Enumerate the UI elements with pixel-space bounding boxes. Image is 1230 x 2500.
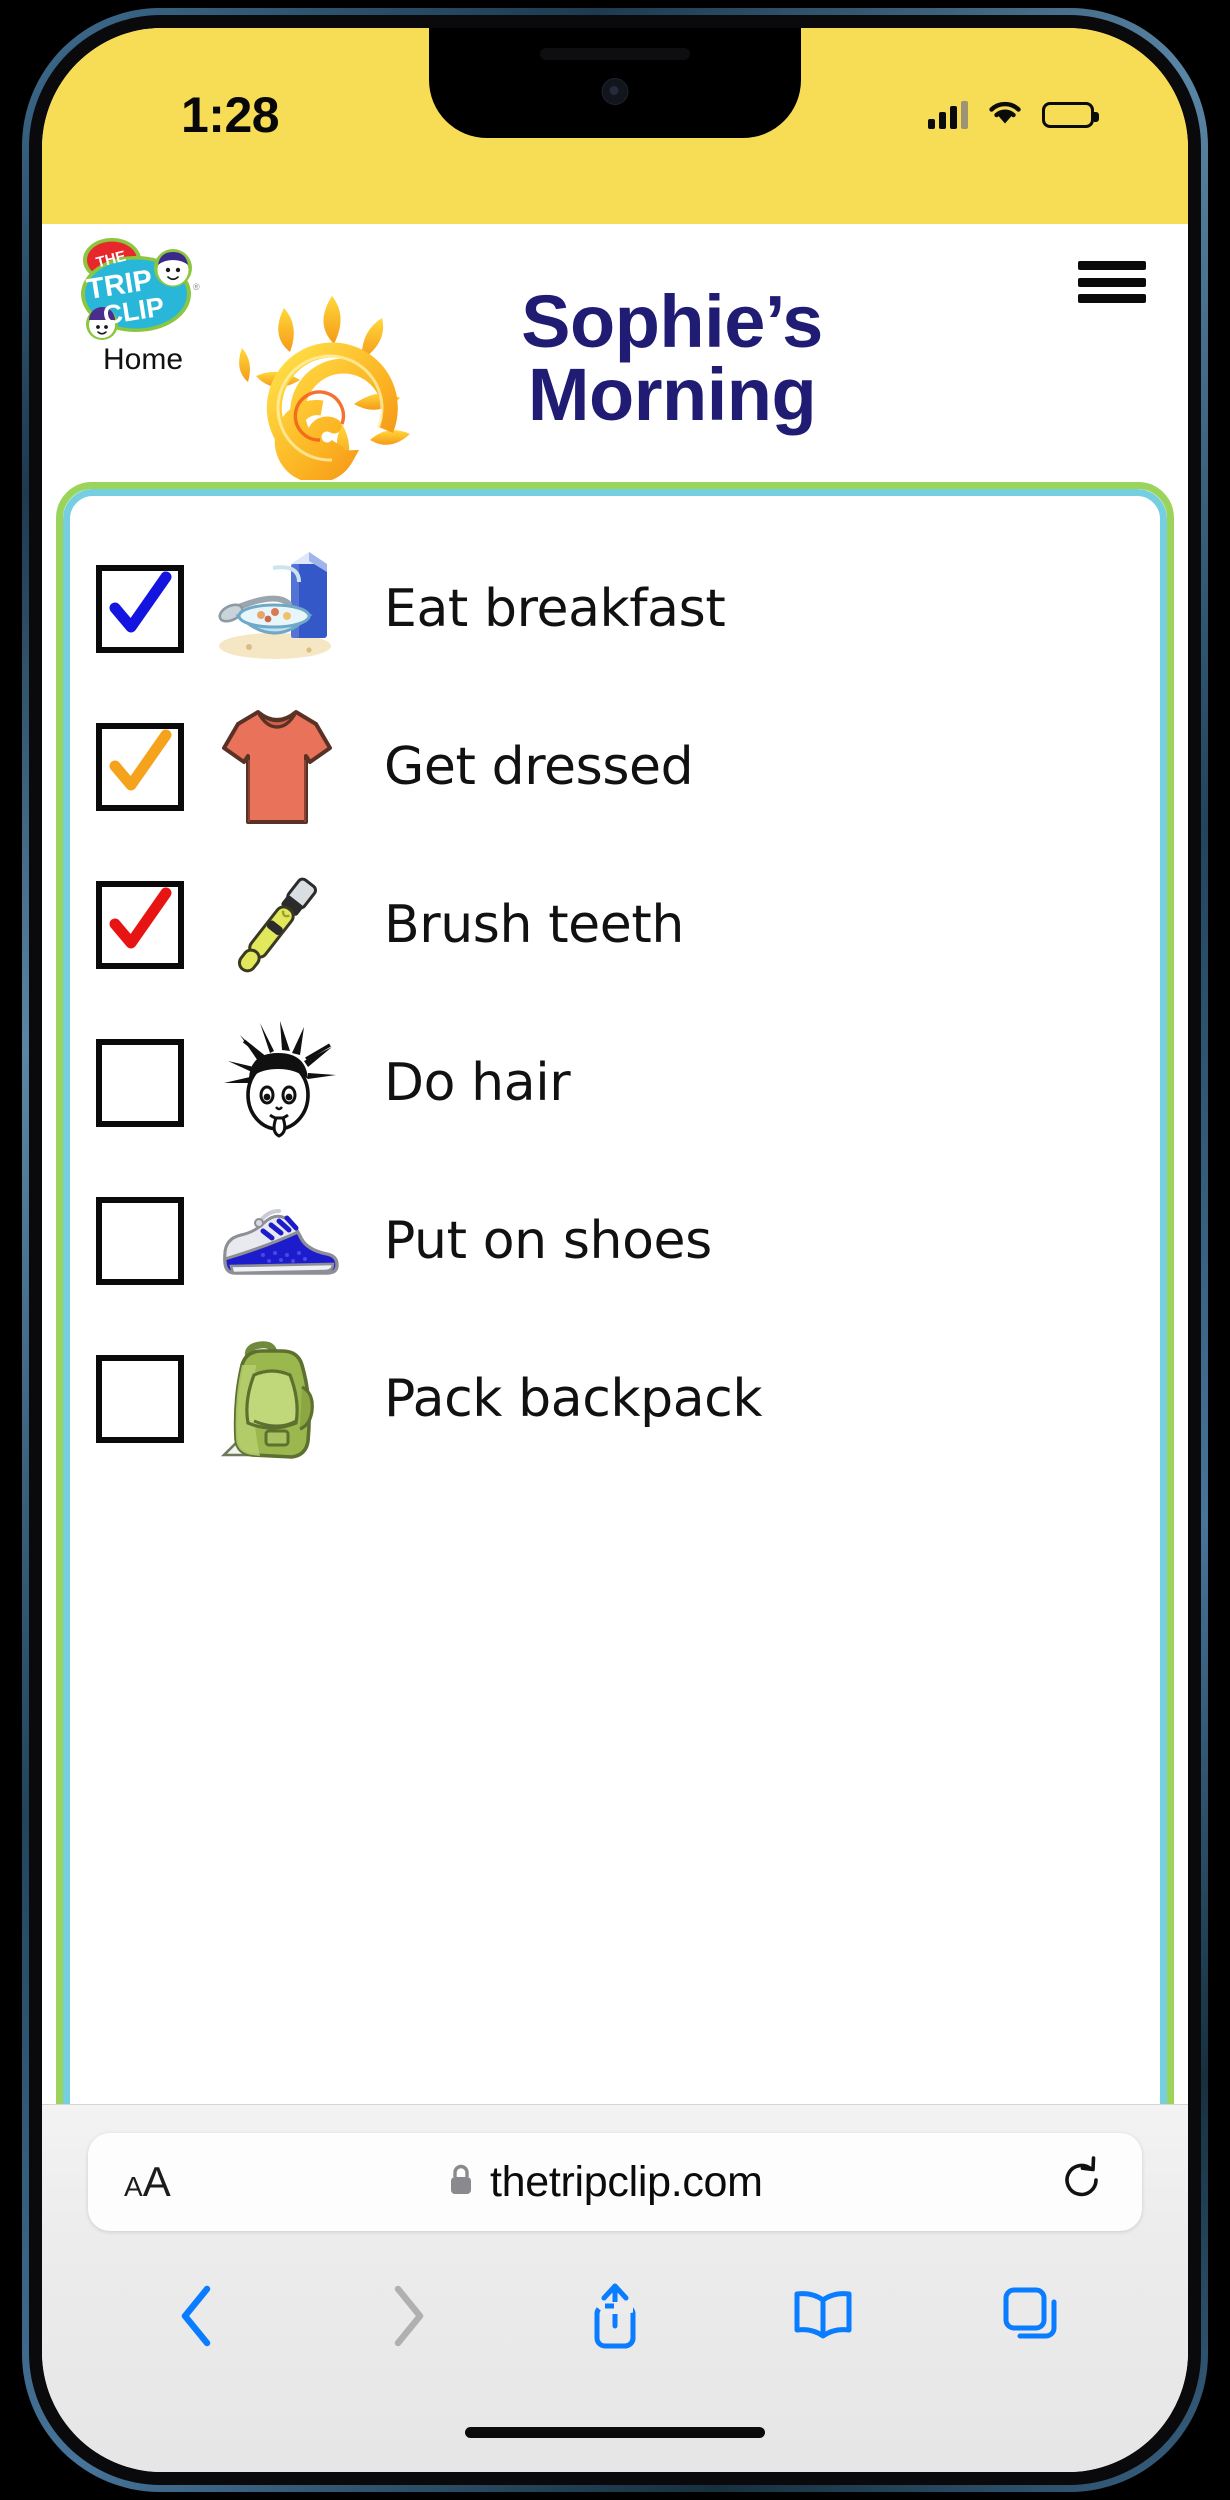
home-link-label: Home xyxy=(102,343,184,376)
trip-clip-logo-icon: THE TRIP CLIP ® xyxy=(69,232,217,342)
svg-text:®: ® xyxy=(193,282,200,292)
checkbox-get-dressed[interactable] xyxy=(96,723,184,811)
address-bar-content[interactable]: thetripclip.com xyxy=(151,2158,1058,2207)
home-link[interactable]: THE TRIP CLIP ® Home xyxy=(69,232,217,375)
checklist-card-inner: Eat breakfast Get dressed Brush teeth Do… xyxy=(63,489,1167,2175)
table-cell-label: Get dressed xyxy=(384,737,694,797)
cereal-bowl-milk-icon xyxy=(213,545,341,673)
page-title: Sophie’s Morning xyxy=(462,280,882,436)
table-row[interactable]: Do hair xyxy=(70,1004,1160,1162)
page-title-line2: Morning xyxy=(527,352,817,436)
checkbox-do-hair[interactable] xyxy=(96,1039,184,1127)
sneaker-icon xyxy=(213,1177,341,1305)
table-cell-label: Eat breakfast xyxy=(384,579,726,639)
bookmarks-icon[interactable] xyxy=(780,2273,866,2359)
table-row[interactable]: Pack backpack xyxy=(70,1320,1160,1478)
table-row[interactable]: Put on shoes xyxy=(70,1162,1160,1320)
check-icon xyxy=(109,887,172,949)
wifi-icon xyxy=(985,98,1025,132)
notch xyxy=(429,28,801,138)
backpack-icon xyxy=(213,1335,341,1463)
checkbox-eat-breakfast[interactable] xyxy=(96,565,184,653)
checkbox-pack-backpack[interactable] xyxy=(96,1355,184,1443)
hamburger-menu-icon[interactable] xyxy=(1078,254,1146,310)
sun-illustration xyxy=(228,290,452,483)
address-bar[interactable]: AA thetripclip.com xyxy=(88,2133,1142,2231)
web-page: THE TRIP CLIP ® Home Sophie’s Morning Ea… xyxy=(42,224,1188,2184)
status-bar: 1:28 xyxy=(42,28,1188,224)
site-header: THE TRIP CLIP ® Home Sophie’s Morning xyxy=(42,224,1188,483)
forward-button[interactable] xyxy=(364,2273,450,2359)
address-bar-url: thetripclip.com xyxy=(489,2157,763,2206)
check-icon xyxy=(109,729,172,791)
table-cell-label: Brush teeth xyxy=(384,895,684,955)
table-row[interactable]: Eat breakfast xyxy=(70,530,1160,688)
home-indicator[interactable] xyxy=(465,2427,765,2438)
share-icon[interactable] xyxy=(572,2273,658,2359)
cellular-signal-icon xyxy=(928,101,968,129)
screenshot-root: 1:28 THE TRIP CLIP ® Home Sophie’s Morni… xyxy=(0,0,1230,2500)
lock-icon xyxy=(446,2162,476,2202)
table-row[interactable]: Get dressed xyxy=(70,688,1160,846)
checklist-card: Eat breakfast Get dressed Brush teeth Do… xyxy=(56,482,1174,2182)
table-cell-label: Put on shoes xyxy=(384,1211,712,1271)
toothbrush-icon xyxy=(213,861,341,989)
table-row[interactable]: Brush teeth xyxy=(70,846,1160,1004)
table-cell-label: Do hair xyxy=(384,1053,571,1113)
checkbox-put-on-shoes[interactable] xyxy=(96,1197,184,1285)
checkbox-brush-teeth[interactable] xyxy=(96,881,184,969)
status-bar-indicators xyxy=(928,98,1099,132)
check-icon xyxy=(109,571,172,633)
table-cell-label: Pack backpack xyxy=(384,1369,763,1429)
page-title-line1: Sophie’s xyxy=(521,280,823,363)
battery-icon xyxy=(1042,102,1099,128)
tabs-icon[interactable] xyxy=(989,2273,1075,2359)
browser-nav-row xyxy=(42,2273,1188,2359)
earpiece-speaker xyxy=(540,48,690,60)
tshirt-icon xyxy=(213,703,341,831)
reload-icon[interactable] xyxy=(1058,2154,1106,2210)
front-camera xyxy=(601,78,629,105)
status-bar-time: 1:28 xyxy=(181,87,280,143)
browser-toolbar: AA thetripclip.com xyxy=(42,2104,1188,2472)
back-button[interactable] xyxy=(155,2273,241,2359)
messy-hair-face-icon xyxy=(213,1019,341,1147)
phone-screen: 1:28 THE TRIP CLIP ® Home Sophie’s Morni… xyxy=(42,28,1188,2472)
